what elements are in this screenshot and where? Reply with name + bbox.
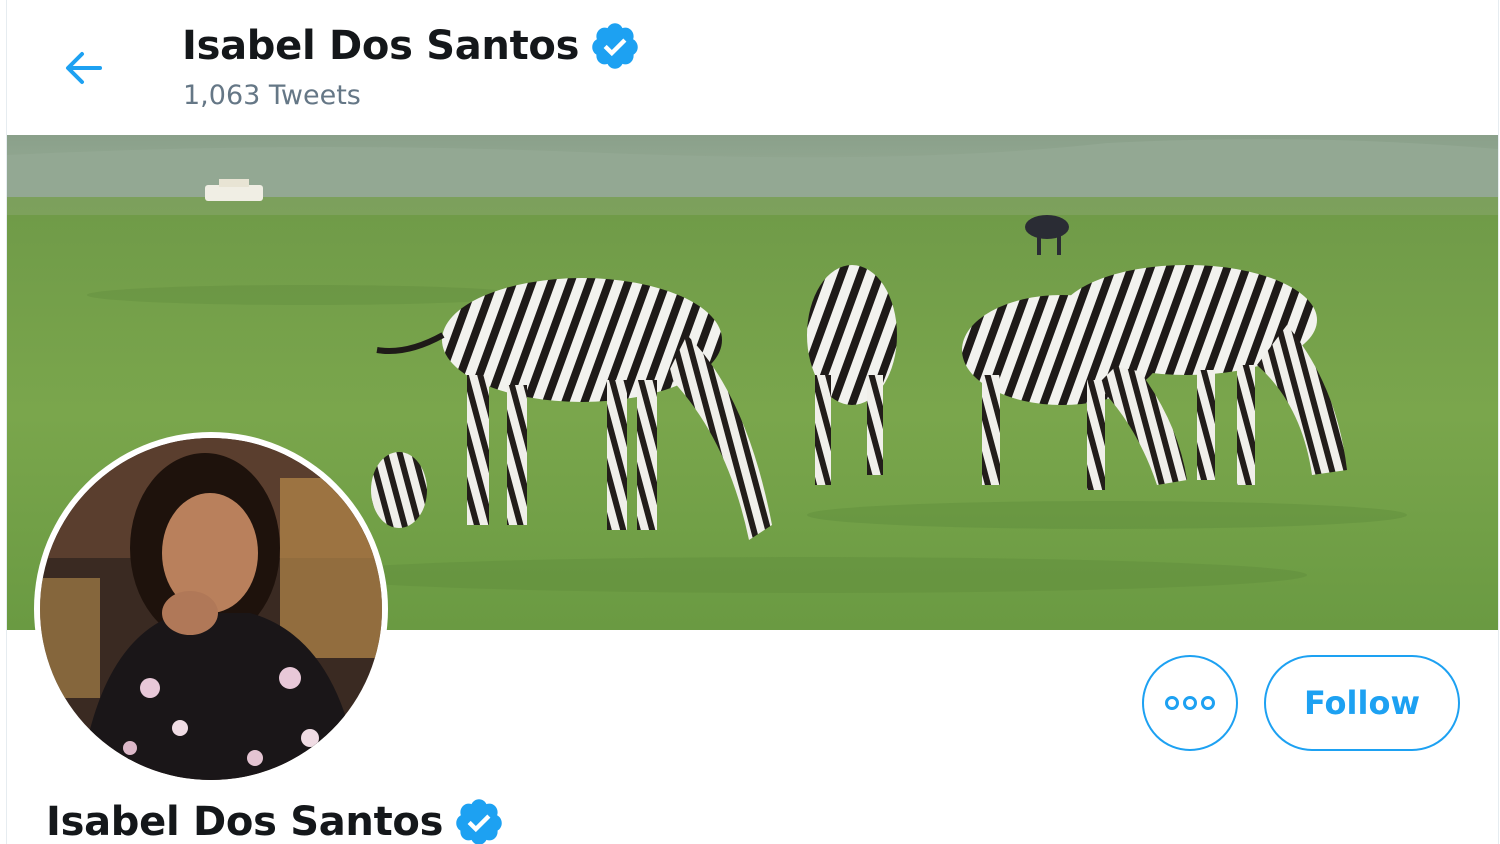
profile-name: Isabel Dos Santos [46, 792, 505, 844]
tweet-count: 1,063 Tweets [183, 80, 361, 111]
avatar-photo [40, 438, 382, 780]
avatar[interactable] [34, 432, 388, 786]
verified-badge-icon [453, 796, 505, 844]
profile-name-text: Isabel Dos Santos [46, 799, 444, 844]
arrow-left-icon [66, 52, 102, 84]
profile-page: Isabel Dos Santos 1,063 Tweets Follow Is… [0, 0, 1500, 844]
header-name: Isabel Dos Santos [182, 23, 580, 69]
follow-button[interactable]: Follow [1264, 655, 1460, 751]
frame-border [1498, 0, 1499, 844]
verified-badge-icon [589, 20, 641, 72]
more-options-button[interactable] [1142, 655, 1238, 751]
header-title: Isabel Dos Santos [182, 18, 641, 74]
back-button[interactable] [56, 40, 112, 96]
more-dots-icon [1165, 696, 1215, 710]
